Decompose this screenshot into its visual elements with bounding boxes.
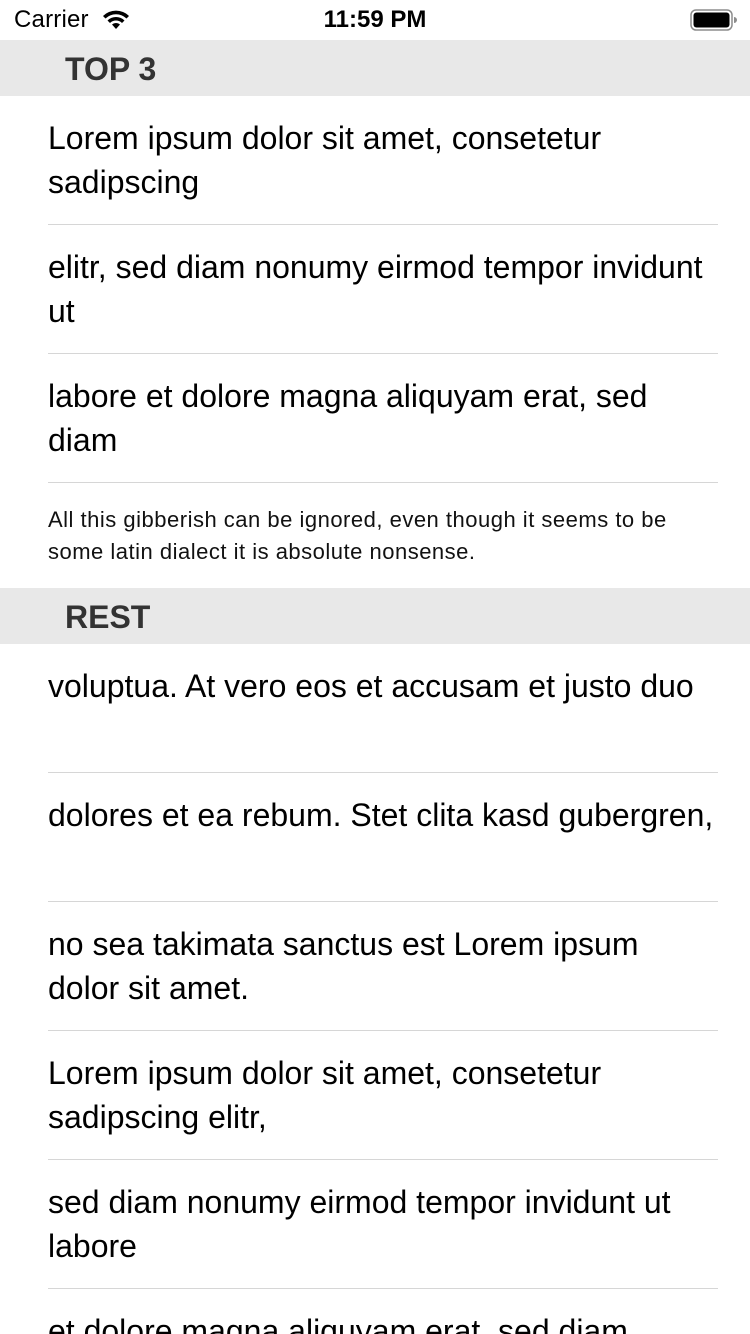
- row-separator: [48, 1030, 718, 1031]
- section-footer-note: All this gibberish can be ignored, even …: [48, 507, 667, 564]
- row-separator: [48, 901, 718, 902]
- list-item[interactable]: sed diam nonumy eirmod tempor invidunt u…: [48, 1180, 718, 1268]
- battery-icon: [690, 9, 737, 31]
- list-item[interactable]: voluptua. At vero eos et accusam et just…: [48, 664, 718, 708]
- row-separator: [48, 353, 718, 354]
- list-item[interactable]: Lorem ipsum dolor sit amet, consetetur s…: [48, 1051, 718, 1139]
- row-separator: [48, 772, 718, 773]
- row-separator: [48, 1159, 718, 1160]
- list-item[interactable]: elitr, sed diam nonumy eirmod tempor inv…: [48, 245, 718, 333]
- section-header-label: REST: [65, 599, 151, 635]
- section-header-rest: REST: [0, 588, 750, 644]
- status-bar: Carrier 11:59 PM: [0, 0, 750, 40]
- row-separator: [48, 482, 718, 483]
- row-separator: [48, 1288, 718, 1289]
- section-header-top3: TOP 3: [0, 40, 750, 96]
- row-separator: [48, 224, 718, 225]
- list-item[interactable]: no sea takimata sanctus est Lorem ipsum …: [48, 922, 718, 1010]
- list-item[interactable]: Lorem ipsum dolor sit amet, consetetur s…: [48, 116, 718, 204]
- list-item[interactable]: et dolore magna aliquyam erat, sed diam: [48, 1309, 718, 1334]
- list-item[interactable]: labore et dolore magna aliquyam erat, se…: [48, 374, 718, 462]
- list-item[interactable]: dolores et ea rebum. Stet clita kasd gub…: [48, 793, 718, 837]
- clock: 11:59 PM: [323, 6, 427, 33]
- section-header-label: TOP 3: [65, 51, 157, 87]
